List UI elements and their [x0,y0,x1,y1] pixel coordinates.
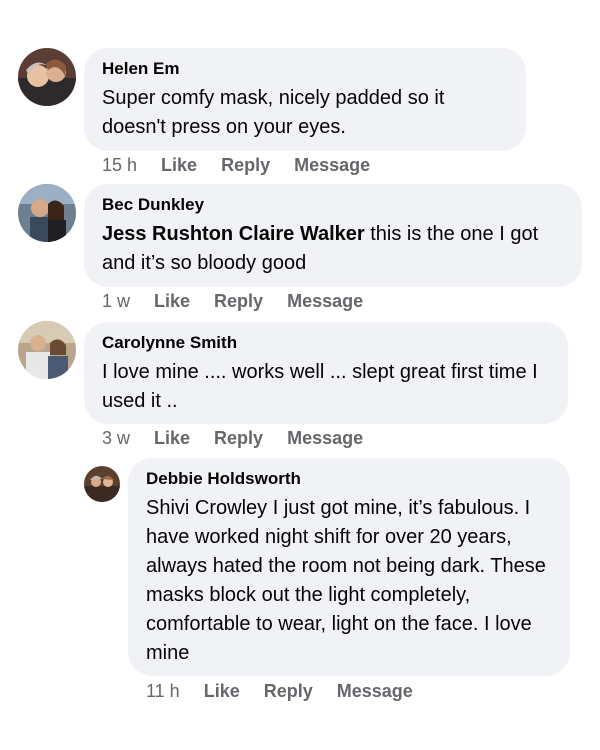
comment-actions: 3 w Like Reply Message [102,427,363,449]
profile-photo [18,184,76,242]
mentioned-users-link[interactable]: Jess Rushton Claire Walker [102,223,365,245]
reply-button[interactable]: Reply [264,680,313,702]
message-button[interactable]: Message [294,154,370,176]
message-button[interactable]: Message [337,680,413,702]
like-button[interactable]: Like [204,680,240,702]
profile-photo [18,321,76,379]
comment-body: I love mine .... works well ... slept gr… [102,361,538,412]
comment-actions: 1 w Like Reply Message [102,290,363,312]
comment-body: Super comfy mask, nicely padded so it do… [102,87,445,138]
profile-photo [84,466,120,502]
like-button[interactable]: Like [161,154,197,176]
comment-author[interactable]: Carolynne Smith [102,332,548,354]
avatar[interactable] [18,321,76,379]
comment-text: I love mine .... works well ... slept gr… [102,358,548,416]
comment-bubble: Debbie Holdsworth Shivi Crowley I just g… [128,458,570,676]
profile-photo [18,48,76,106]
comment-bubble: Bec Dunkley Jess Rushton Claire Walker t… [84,184,582,287]
comment-actions: 11 h Like Reply Message [146,680,413,702]
comment-text: Super comfy mask, nicely padded so it do… [102,84,506,142]
reply-button[interactable]: Reply [214,427,263,449]
comment-timestamp[interactable]: 15 h [102,154,137,176]
avatar[interactable] [18,184,76,242]
message-button[interactable]: Message [287,290,363,312]
comment-timestamp[interactable]: 3 w [102,427,130,449]
message-button[interactable]: Message [287,427,363,449]
reply-button[interactable]: Reply [221,154,270,176]
comment-author[interactable]: Helen Em [102,58,506,80]
comment-text: Jess Rushton Claire Walker this is the o… [102,220,562,278]
comment-text: Shivi Crowley I just got mine, it’s fabu… [146,494,550,668]
like-button[interactable]: Like [154,427,190,449]
avatar[interactable] [18,48,76,106]
comment-body: Shivi Crowley I just got mine, it’s fabu… [146,497,546,664]
like-button[interactable]: Like [154,290,190,312]
reply-button[interactable]: Reply [214,290,263,312]
comment-timestamp[interactable]: 1 w [102,290,130,312]
comment-actions: 15 h Like Reply Message [102,154,370,176]
comment-author[interactable]: Debbie Holdsworth [146,468,550,490]
comment-bubble: Carolynne Smith I love mine .... works w… [84,322,568,424]
avatar[interactable] [84,466,120,502]
comment-timestamp[interactable]: 11 h [146,680,180,702]
comment-bubble: Helen Em Super comfy mask, nicely padded… [84,48,526,151]
comment-author[interactable]: Bec Dunkley [102,194,562,216]
